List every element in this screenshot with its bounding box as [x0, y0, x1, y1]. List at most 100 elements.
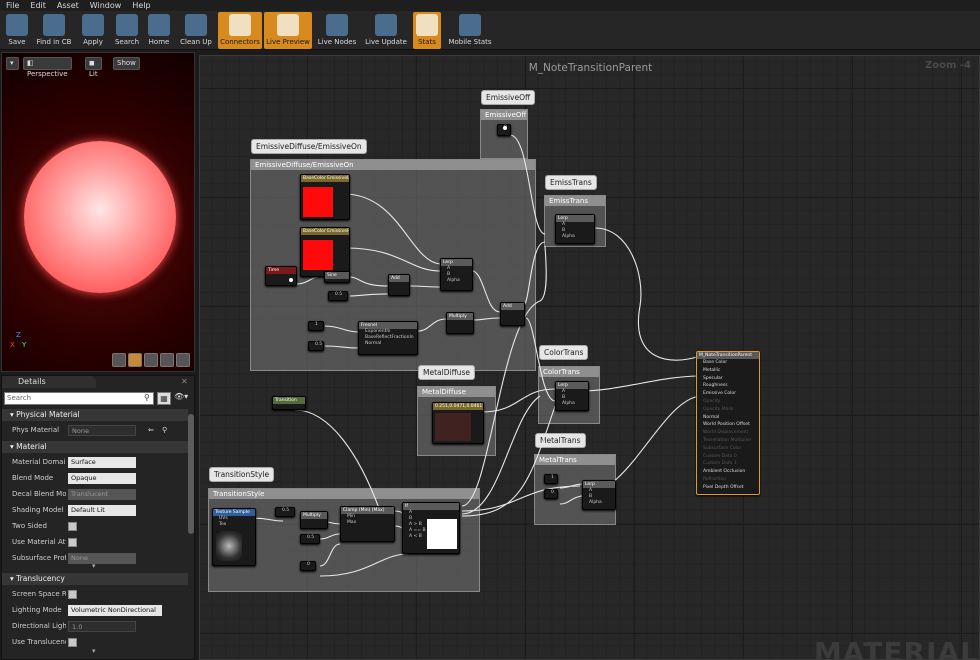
property-checkbox[interactable]: [68, 638, 77, 647]
const-node[interactable]: 0.5: [328, 291, 348, 301]
browse-icon[interactable]: ⚲: [162, 423, 167, 438]
vector-param-emissive-low[interactable]: BaseColor EmissiveLow: [300, 174, 350, 220]
output-pin-icon[interactable]: [503, 126, 507, 130]
property-checkbox[interactable]: [68, 522, 77, 531]
use-selected-icon[interactable]: ⇐: [148, 423, 154, 438]
sphere-preview-icon[interactable]: [128, 353, 142, 367]
result-pin-label[interactable]: Subsurface Color: [697, 445, 759, 453]
toolbar-search-button[interactable]: search-icon Search: [113, 12, 141, 49]
multiply-node-transition[interactable]: Multiply: [300, 511, 328, 529]
section-physical-material[interactable]: ▾ Physical Material: [2, 409, 188, 421]
result-pin-label[interactable]: Refraction: [697, 476, 759, 484]
result-pin-label[interactable]: Opacity: [697, 398, 759, 406]
result-pin-label[interactable]: Base Color: [697, 359, 759, 367]
expand-arrow-icon[interactable]: ▾: [92, 562, 96, 570]
property-dropdown[interactable]: Translucent: [68, 489, 136, 500]
toolbar-clean-up-button[interactable]: cleanup-icon Clean Up: [176, 12, 216, 49]
toolbar-mobile-stats-button[interactable]: mobile-stats-icon Mobile Stats: [445, 12, 495, 49]
toolbar-live-nodes-button[interactable]: live-nodes-icon Live Nodes: [314, 12, 360, 49]
result-node[interactable]: M_NoteTransitionParent Base Color Metallic…: [696, 351, 760, 495]
const-node[interactable]: 1: [308, 321, 324, 331]
preview-viewport[interactable]: ▾ ◧ Perspective ◼ Lit Show Z X Y: [1, 52, 195, 372]
menu-file[interactable]: File: [0, 0, 24, 11]
property-checkbox[interactable]: [68, 590, 77, 599]
lerp-node-color-trans[interactable]: Lerp A B Alpha: [555, 381, 589, 411]
output-pin-icon[interactable]: [289, 278, 293, 282]
property-dropdown[interactable]: Opaque: [68, 473, 136, 484]
toolbar-live-update-button[interactable]: live-update-icon Live Update: [362, 12, 410, 49]
grid-view-icon[interactable]: ▦: [157, 392, 171, 405]
show-button[interactable]: Show: [113, 57, 140, 70]
eye-icon[interactable]: 👁▾: [174, 392, 188, 401]
lit-button[interactable]: ◼ Lit: [85, 57, 102, 78]
const-node[interactable]: 0.5: [275, 507, 295, 517]
metal-diffuse-const-node[interactable]: 0.251,0.0471,0.0461: [432, 402, 484, 444]
result-pin-label[interactable]: Metallic: [697, 367, 759, 375]
const-node[interactable]: 1: [544, 474, 558, 484]
add-node[interactable]: Add: [388, 274, 410, 296]
const-node[interactable]: 0: [544, 489, 558, 499]
material-graph[interactable]: M_NoteTransitionParent Zoom -4 MATERIAL …: [199, 55, 980, 660]
sine-node[interactable]: Sine: [324, 271, 350, 283]
transition-param-node[interactable]: Transition: [272, 396, 306, 410]
toolbar-live-preview-button[interactable]: live-preview-icon Live Preview: [264, 12, 312, 49]
details-tab[interactable]: Details: [2, 376, 96, 388]
texture-sample-node[interactable]: Texture Sample UVs Tex: [212, 508, 256, 566]
result-pin-label[interactable]: Normal: [697, 414, 759, 422]
toolbar-connectors-button[interactable]: connectors-icon Connectors: [218, 12, 262, 49]
menu-help[interactable]: Help: [126, 0, 155, 11]
add-node-final[interactable]: Add: [500, 302, 525, 326]
toolbar-stats-button[interactable]: stats-icon Stats: [413, 12, 441, 49]
time-node[interactable]: Time: [265, 266, 297, 286]
const-node[interactable]: 0.5: [300, 534, 320, 544]
result-pin-label[interactable]: Emissive Color: [697, 390, 759, 398]
lerp-node-emiss-trans[interactable]: Lerp A B Alpha: [555, 214, 595, 244]
if-node[interactable]: If A B A > BA == BA < B: [402, 502, 460, 554]
const-node-emissive-off[interactable]: 0: [497, 124, 511, 136]
property-dropdown[interactable]: Surface: [68, 457, 136, 468]
menu-edit[interactable]: Edit: [24, 0, 51, 11]
const-node[interactable]: 0.5: [308, 341, 324, 351]
section-material[interactable]: ▾ Material: [2, 441, 188, 453]
result-pin-label[interactable]: Tessellation Multiplier: [697, 437, 759, 445]
vector-param-emissive-high[interactable]: BaseColor EmissiveHigh: [300, 227, 350, 277]
result-pin-label[interactable]: Specular: [697, 375, 759, 383]
result-pin-label[interactable]: Custom Data 0: [697, 453, 759, 461]
toolbar-apply-button[interactable]: apply-icon Apply: [79, 12, 107, 49]
property-dropdown[interactable]: Volumetric NonDirectional: [68, 605, 162, 616]
toolbar-save-button[interactable]: save-icon Save: [4, 12, 30, 49]
toolbar-find-in-cb-button[interactable]: find-icon Find in CB: [33, 12, 75, 49]
result-pin-label[interactable]: Custom Data 1: [697, 460, 759, 468]
multiply-node[interactable]: Multiply: [446, 312, 474, 334]
menu-window[interactable]: Window: [84, 0, 127, 11]
cube-preview-icon[interactable]: [160, 353, 174, 367]
result-pin-label[interactable]: Ambient Occlusion: [697, 468, 759, 476]
property-checkbox[interactable]: [68, 538, 77, 547]
viewport-menu-button[interactable]: ▾: [6, 57, 19, 70]
property-dropdown[interactable]: 1.0: [68, 621, 136, 632]
property-dropdown[interactable]: None: [68, 553, 136, 564]
phys-material-picker[interactable]: None: [68, 425, 136, 436]
clamp-node[interactable]: Clamp (Min) (Max) Min Max: [340, 506, 395, 542]
result-pin-label[interactable]: World Displacement: [697, 429, 759, 437]
result-pin-label[interactable]: Opacity Mask: [697, 406, 759, 414]
expand-arrow-icon[interactable]: ▾: [92, 647, 96, 655]
lerp-node-metal-trans[interactable]: Lerp A B Alpha: [582, 480, 616, 510]
fresnel-node[interactable]: Fresnel ExponentIn BaseReflectFractionIn No…: [358, 321, 418, 355]
menu-asset[interactable]: Asset: [51, 0, 84, 11]
perspective-button[interactable]: ◧ Perspective: [23, 57, 72, 78]
lerp-node-emissive[interactable]: Lerp A B Alpha: [440, 258, 473, 291]
mesh-preview-icon[interactable]: [176, 353, 190, 367]
result-pin-label[interactable]: Pixel Depth Offset: [697, 484, 759, 492]
details-scrollbar[interactable]: [188, 414, 194, 534]
close-icon[interactable]: ✕: [181, 377, 188, 386]
result-pin-label[interactable]: World Position Offset: [697, 421, 759, 429]
property-dropdown[interactable]: Default Lit: [68, 505, 136, 516]
toolbar-home-button[interactable]: home-icon Home: [145, 12, 173, 49]
const-node[interactable]: 0: [300, 561, 316, 571]
section-translucency[interactable]: ▾ Translucency: [2, 573, 188, 585]
details-search-input[interactable]: Search: [4, 392, 154, 405]
cylinder-preview-icon[interactable]: [112, 353, 126, 367]
plane-preview-icon[interactable]: [144, 353, 158, 367]
result-pin-label[interactable]: Roughness: [697, 382, 759, 390]
